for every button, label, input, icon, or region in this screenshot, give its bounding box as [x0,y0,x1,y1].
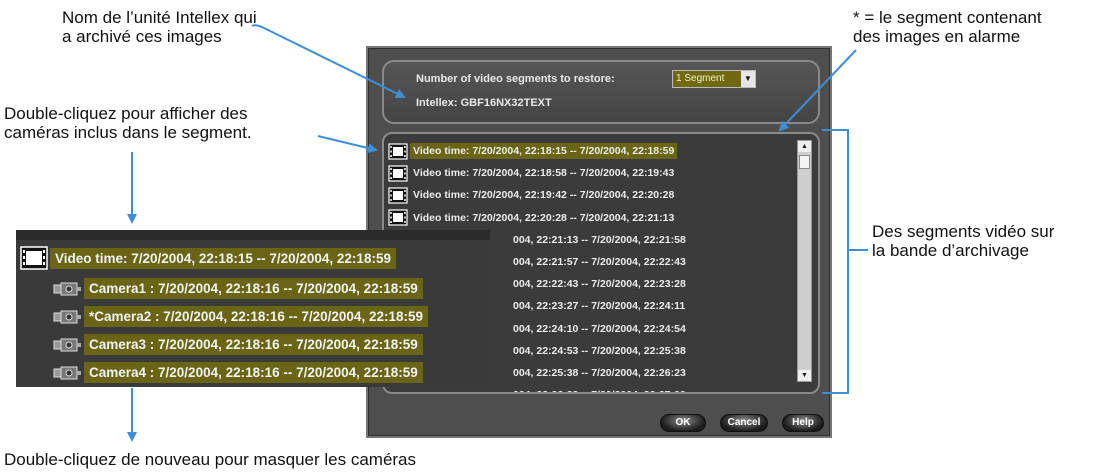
camera-icon [53,338,81,351]
intellex-unit-label: Intellex: GBF16NX32TEXT [416,97,552,109]
cancel-button[interactable]: Cancel [720,414,768,432]
segment-text: Video time: 7/20/2004, 22:18:58 -- 7/20/… [413,167,675,180]
callout-double-click-hide: Double-cliquez de nouveau pour masquer l… [4,450,416,469]
camera-text: *Camera2 : 7/20/2004, 22:18:16 -- 7/20/2… [84,306,428,327]
callout-line: des images en alarme [853,27,1021,46]
segment-text: Video time: 7/20/2004, 22:18:15 -- 7/20/… [410,143,678,160]
callout-line: la bande d’archivage [872,241,1029,260]
segments-count-value: 1 Segment [673,71,741,87]
callout-tape-segments: Des segments vidéo sur la bande d’archiv… [872,222,1054,260]
camera-text: Camera1 : 7/20/2004, 22:18:16 -- 7/20/20… [84,278,423,299]
ok-button[interactable]: OK [660,414,706,432]
expanded-segment-inset: Video time: 7/20/2004, 22:18:15 -- 7/20/… [16,230,490,387]
camera-icon [53,310,81,323]
callout-line: Nom de l’unité Intellex qui [62,8,257,27]
callout-alarm-segment: * = le segment contenant des images en a… [853,8,1042,46]
segment-text: 004, 22:22:43 -- 7/20/2004, 22:23:28 [513,278,686,291]
camera-row[interactable]: Camera4 : 7/20/2004, 22:18:16 -- 7/20/20… [52,362,423,383]
camera-row[interactable]: Camera3 : 7/20/2004, 22:18:16 -- 7/20/20… [52,334,423,355]
camera-text: Camera3 : 7/20/2004, 22:18:16 -- 7/20/20… [84,334,423,355]
film-strip-icon [388,187,408,204]
inset-segment-row[interactable]: Video time: 7/20/2004, 22:18:15 -- 7/20/… [20,246,396,270]
segment-row[interactable]: Video time: 7/20/2004, 22:18:15 -- 7/20/… [388,140,800,162]
camera-row[interactable]: *Camera2 : 7/20/2004, 22:18:16 -- 7/20/2… [52,306,428,327]
camera-icon [53,366,81,379]
scroll-down-icon[interactable]: ▼ [798,370,811,381]
callout-line: Des segments vidéo sur [872,222,1055,241]
chevron-down-icon[interactable]: ▼ [741,71,755,87]
film-strip-icon [388,142,408,160]
segment-text: 004, 22:24:10 -- 7/20/2004, 22:24:54 [513,322,686,335]
callout-double-click-show: Double-cliquez pour afficher des caméras… [4,104,252,142]
segment-text: 004, 22:23:27 -- 7/20/2004, 22:24:11 [513,300,686,313]
scroll-up-icon[interactable]: ▲ [798,141,811,152]
segment-text: 004, 22:21:13 -- 7/20/2004, 22:21:58 [513,233,686,246]
segments-count-select[interactable]: 1 Segment ▼ [672,70,756,88]
camera-icon [53,282,81,295]
segments-count-label: Number of video segments to restore: [416,73,615,85]
callout-line: * = le segment contenant [853,8,1042,27]
segment-row[interactable]: Video time: 7/20/2004, 22:19:42 -- 7/20/… [388,184,800,206]
film-strip-icon [20,246,48,270]
segment-text: Video time: 7/20/2004, 22:19:42 -- 7/20/… [413,189,675,202]
camera-row[interactable]: Camera1 : 7/20/2004, 22:18:16 -- 7/20/20… [52,278,423,299]
callout-line: Double-cliquez de nouveau pour masquer l… [4,450,417,469]
segment-text: Video time: 7/20/2004, 22:20:28 -- 7/20/… [413,211,675,224]
segment-text: 004, 22:25:38 -- 7/20/2004, 22:26:23 [513,366,686,379]
camera-text: Camera4 : 7/20/2004, 22:18:16 -- 7/20/20… [84,362,423,383]
segment-text: 004, 22:24:53 -- 7/20/2004, 22:25:38 [513,344,686,357]
inset-top-bar [16,230,490,240]
callout-line: caméras inclus dans le segment. [4,123,252,142]
segment-text: 004, 22:26:23 -- 7/20/2004, 22:27:09 [510,387,689,392]
segment-row[interactable]: Video time: 7/20/2004, 22:20:28 -- 7/20/… [388,207,800,229]
film-strip-icon [388,165,408,182]
callout-line: a archivé ces images [62,27,222,46]
scroll-thumb[interactable] [799,155,810,169]
callout-intellex-unit: Nom de l’unité Intellex qui a archivé ce… [62,8,257,46]
callout-line: Double-cliquez pour afficher des [4,104,248,123]
dialog-header: Number of video segments to restore: 1 S… [382,60,820,124]
segment-list-scrollbar[interactable]: ▲ ▼ [797,140,812,382]
inset-segment-text: Video time: 7/20/2004, 22:18:15 -- 7/20/… [50,247,396,269]
segment-row[interactable]: Video time: 7/20/2004, 22:18:58 -- 7/20/… [388,162,800,184]
help-button[interactable]: Help [782,414,824,432]
segment-text: 004, 22:21:57 -- 7/20/2004, 22:22:43 [513,256,686,269]
film-strip-icon [388,209,408,226]
